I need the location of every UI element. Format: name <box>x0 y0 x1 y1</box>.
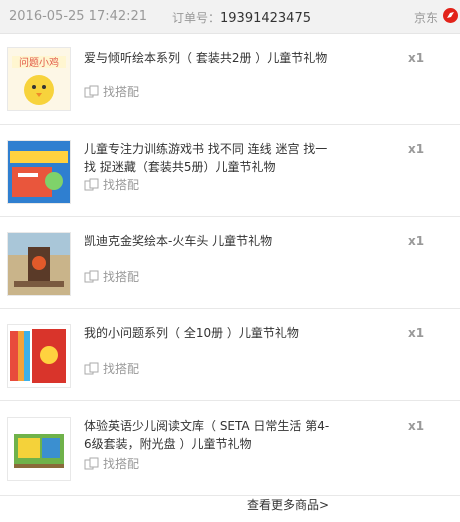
order-number[interactable]: 19391423475 <box>220 11 311 26</box>
shop-name[interactable]: 京东 <box>414 9 438 26</box>
find-match-button[interactable]: 找搭配 <box>84 455 139 472</box>
find-match-label: 找搭配 <box>103 85 140 99</box>
order-number-label: 订单号： <box>172 11 221 25</box>
view-more-link[interactable]: 查看更多商品> <box>0 496 460 513</box>
product-title[interactable]: 我的小问题系列（ 全10册 ）儿童节礼物 <box>84 324 334 342</box>
order-item-list: 问题小鸡 爱与倾听绘本系列（ 套装共2册 ）儿童节礼物 x1 找搭配 儿童专注力… <box>0 34 460 496</box>
product-thumbnail[interactable]: 问题小鸡 <box>7 47 71 111</box>
find-match-label: 找搭配 <box>103 178 140 192</box>
find-match-label: 找搭配 <box>103 270 140 284</box>
product-thumbnail[interactable] <box>7 417 71 481</box>
order-number-group: 订单号：19391423475 <box>172 9 311 26</box>
match-icon <box>84 178 99 190</box>
svg-text:问题小鸡: 问题小鸡 <box>19 56 59 69</box>
order-item[interactable]: 凯迪克金奖绘本-火车头 儿童节礼物 x1 找搭配 <box>0 217 460 309</box>
find-match-button[interactable]: 找搭配 <box>84 83 139 100</box>
order-date: 2016-05-25 17:42:21 <box>9 9 148 24</box>
find-match-label: 找搭配 <box>103 457 140 471</box>
find-match-label: 找搭配 <box>103 362 140 376</box>
product-thumbnail[interactable] <box>7 324 71 388</box>
order-item[interactable]: 儿童专注力训练游戏书 找不同 连线 迷宫 找一找 捉迷藏（套装共5册）儿童节礼物… <box>0 125 460 217</box>
match-icon <box>84 270 99 282</box>
product-title[interactable]: 体验英语少儿阅读文库（ SETA 日常生活 第4-6级套装，附光盘 ）儿童节礼物 <box>84 417 334 453</box>
find-match-button[interactable]: 找搭配 <box>84 360 139 377</box>
find-match-button[interactable]: 找搭配 <box>84 268 139 285</box>
jd-shop-icon[interactable] <box>443 8 458 23</box>
product-thumbnail[interactable] <box>7 232 71 296</box>
order-item[interactable]: 体验英语少儿阅读文库（ SETA 日常生活 第4-6级套装，附光盘 ）儿童节礼物… <box>0 401 460 496</box>
product-quantity: x1 <box>408 326 425 340</box>
product-title[interactable]: 儿童专注力训练游戏书 找不同 连线 迷宫 找一找 捉迷藏（套装共5册）儿童节礼物 <box>84 140 334 176</box>
product-quantity: x1 <box>408 142 425 156</box>
match-icon <box>84 362 99 374</box>
order-header: 2016-05-25 17:42:21 订单号：19391423475 京东 <box>0 0 460 34</box>
find-match-button[interactable]: 找搭配 <box>84 176 139 193</box>
match-icon <box>84 457 99 469</box>
product-quantity: x1 <box>408 234 425 248</box>
order-item[interactable]: 问题小鸡 爱与倾听绘本系列（ 套装共2册 ）儿童节礼物 x1 找搭配 <box>0 34 460 125</box>
match-icon <box>84 85 99 97</box>
product-quantity: x1 <box>408 51 425 65</box>
product-title[interactable]: 凯迪克金奖绘本-火车头 儿童节礼物 <box>84 232 334 250</box>
product-quantity: x1 <box>408 419 425 433</box>
product-title[interactable]: 爱与倾听绘本系列（ 套装共2册 ）儿童节礼物 <box>84 49 334 67</box>
order-item[interactable]: 我的小问题系列（ 全10册 ）儿童节礼物 x1 找搭配 <box>0 309 460 401</box>
product-thumbnail[interactable] <box>7 140 71 204</box>
